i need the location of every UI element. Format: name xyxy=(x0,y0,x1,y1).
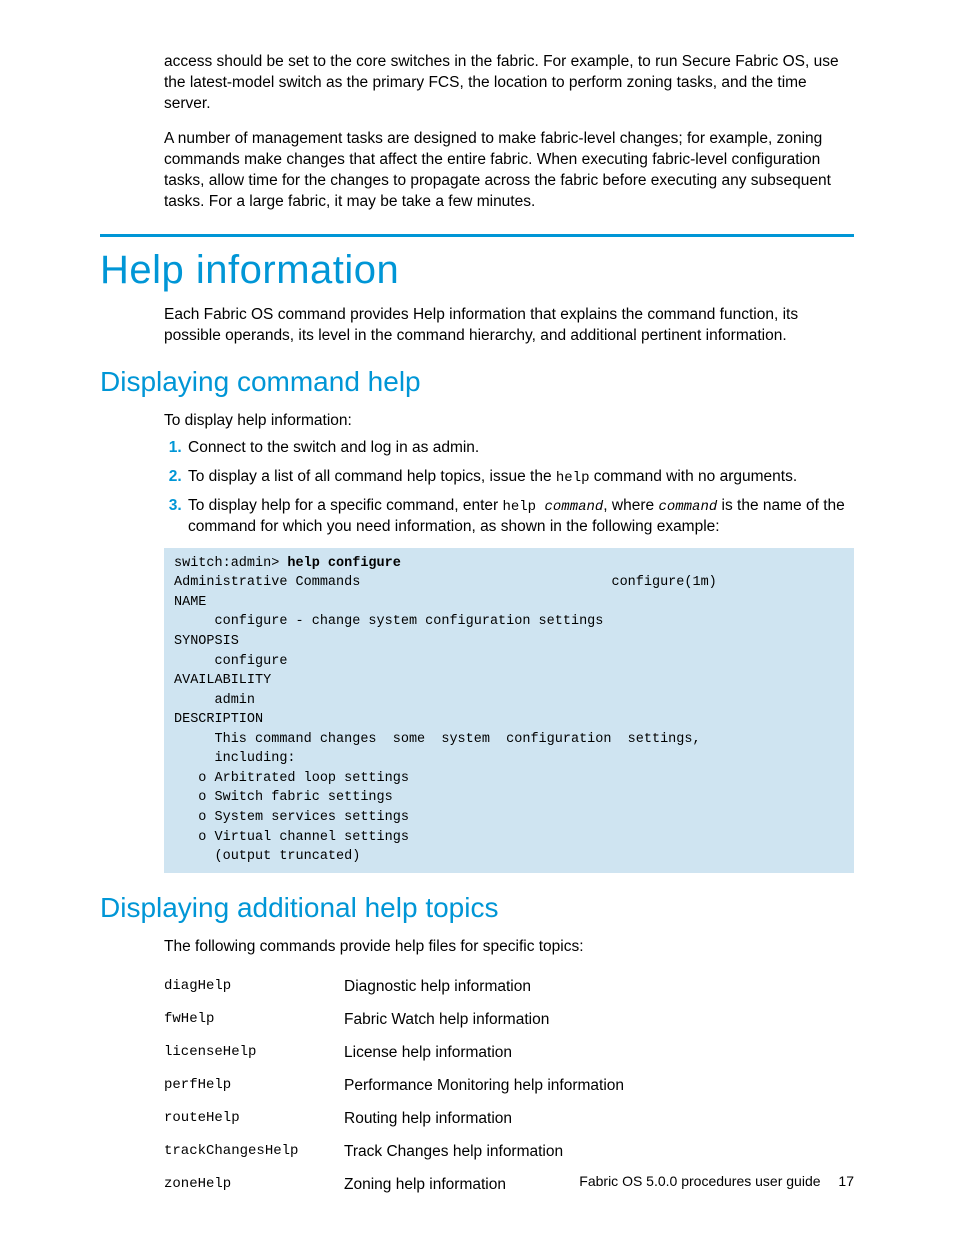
table-row: perfHelp Performance Monitoring help inf… xyxy=(164,1070,624,1103)
code-command: help configure xyxy=(287,556,400,571)
page-footer: Fabric OS 5.0.0 procedures user guide 17 xyxy=(579,1172,854,1191)
displaying-additional-help-heading: Displaying additional help topics xyxy=(100,889,854,927)
footer-text: Fabric OS 5.0.0 procedures user guide xyxy=(579,1173,820,1189)
table-row: licenseHelp License help information xyxy=(164,1037,624,1070)
step-3: To display help for a specific command, … xyxy=(186,496,854,538)
step-3-text-a: To display help for a specific command, … xyxy=(188,497,502,514)
table-row: routeHelp Routing help information xyxy=(164,1103,624,1136)
help-cmd: licenseHelp xyxy=(164,1037,344,1070)
table-row: trackChangesHelp Track Changes help info… xyxy=(164,1136,624,1169)
table-row: zoneHelp Zoning help information xyxy=(164,1169,624,1202)
help-desc: Fabric Watch help information xyxy=(344,1004,624,1037)
step-2-text-a: To display a list of all command help to… xyxy=(188,468,556,485)
intro-paragraph-2: A number of management tasks are designe… xyxy=(164,129,854,213)
section-divider xyxy=(100,234,854,237)
additional-help-intro: The following commands provide help file… xyxy=(164,937,854,958)
help-cmd: zoneHelp xyxy=(164,1169,344,1202)
table-row: fwHelp Fabric Watch help information xyxy=(164,1004,624,1037)
help-topics-table: diagHelp Diagnostic help information fwH… xyxy=(164,971,624,1201)
help-cmd: perfHelp xyxy=(164,1070,344,1103)
code-prompt: switch:admin> xyxy=(174,556,287,571)
step-1: Connect to the switch and log in as admi… xyxy=(186,438,854,459)
help-desc: Diagnostic help information xyxy=(344,971,624,1004)
code-example: switch:admin> help configure Administrat… xyxy=(164,548,854,873)
displaying-command-help-heading: Displaying command help xyxy=(100,363,854,401)
help-desc: Routing help information xyxy=(344,1103,624,1136)
help-cmd: routeHelp xyxy=(164,1103,344,1136)
step-3-code-2: command xyxy=(544,499,603,515)
table-row: diagHelp Diagnostic help information xyxy=(164,971,624,1004)
step-2-text-b: command with no arguments. xyxy=(590,468,798,485)
help-desc: Track Changes help information xyxy=(344,1136,624,1169)
command-help-intro: To display help information: xyxy=(164,411,854,432)
help-information-paragraph: Each Fabric OS command provides Help inf… xyxy=(164,305,854,347)
help-information-heading: Help information xyxy=(100,243,854,297)
help-cmd: diagHelp xyxy=(164,971,344,1004)
step-3-code-1: help xyxy=(502,499,544,515)
command-help-steps: Connect to the switch and log in as admi… xyxy=(164,438,854,538)
step-3-text-b: , where xyxy=(603,497,658,514)
help-cmd: fwHelp xyxy=(164,1004,344,1037)
help-cmd: trackChangesHelp xyxy=(164,1136,344,1169)
help-desc: Performance Monitoring help information xyxy=(344,1070,624,1103)
code-body: Administrative Commands configure(1m) NA… xyxy=(174,575,717,864)
intro-paragraph-1: access should be set to the core switche… xyxy=(164,52,854,115)
help-desc: License help information xyxy=(344,1037,624,1070)
page-number: 17 xyxy=(838,1173,854,1189)
step-2-code: help xyxy=(556,470,590,486)
step-2: To display a list of all command help to… xyxy=(186,467,854,488)
step-3-code-3: command xyxy=(658,499,717,515)
